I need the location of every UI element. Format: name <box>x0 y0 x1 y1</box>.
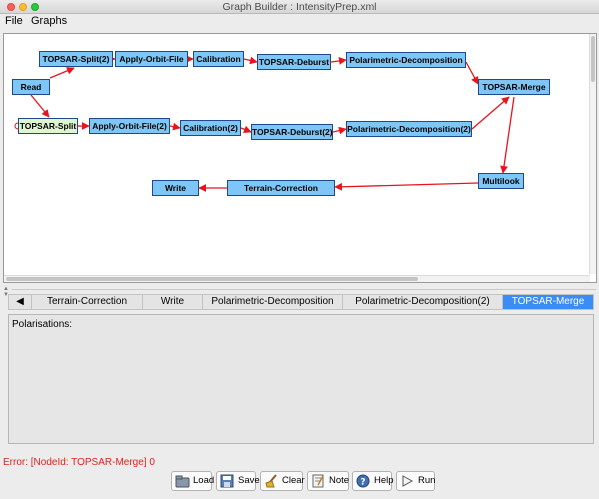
play-icon <box>400 474 415 488</box>
note-button-label: Note <box>329 475 350 486</box>
open-folder-icon <box>175 474 190 488</box>
svg-text:?: ? <box>360 478 365 488</box>
edge-orbit2-calib2 <box>169 122 181 131</box>
parameters-panel: Polarisations: <box>8 314 594 444</box>
graph-edges <box>14 55 515 192</box>
node-topsar-merge[interactable]: TOPSAR-Merge <box>478 79 550 95</box>
node-tabs: ◀ Terrain-Correction Write Polarimetric-… <box>8 294 594 310</box>
edge-deburst-polar <box>330 57 347 65</box>
node-topsar-split[interactable]: TOPSAR-Split <box>18 118 78 134</box>
window-title: Graph Builder : IntensityPrep.xml <box>222 1 377 13</box>
tab-polarimetric-decomposition[interactable]: Polarimetric-Decomposition <box>203 295 343 309</box>
node-polarimetric-decomposition[interactable]: Polarimetric-Decomposition <box>346 52 466 68</box>
edge-polar-merge <box>465 61 479 85</box>
tab-scroll-left-button[interactable]: ◀ <box>9 295 32 309</box>
edge-polar2-merge <box>471 96 510 130</box>
node-read[interactable]: Read <box>12 79 50 95</box>
node-topsar-deburst-2[interactable]: TOPSAR-Deburst(2) <box>251 124 333 140</box>
note-icon <box>311 474 326 488</box>
load-button-label: Load <box>193 475 215 486</box>
tab-terrain-correction[interactable]: Terrain-Correction <box>32 295 143 309</box>
node-calibration-2[interactable]: Calibration(2) <box>180 120 241 136</box>
polarisations-label: Polarisations: <box>12 319 73 330</box>
node-topsar-split-2[interactable]: TOPSAR-Split(2) <box>39 51 113 67</box>
edge-read-split2 <box>49 67 75 79</box>
save-button-label: Save <box>238 475 260 486</box>
node-polarimetric-decomposition-2[interactable]: Polarimetric-Decomposition(2) <box>346 121 472 137</box>
help-button[interactable]: ? Help <box>352 471 394 491</box>
title-bar: Graph Builder : IntensityPrep.xml <box>0 0 599 14</box>
broom-icon <box>264 474 279 488</box>
graph-canvas[interactable]: Read TOPSAR-Split(2) Apply-Orbit-File Ca… <box>3 33 597 283</box>
node-multilook[interactable]: Multilook <box>478 173 524 189</box>
edge-merge-multilook <box>500 96 515 174</box>
save-button[interactable]: Save <box>216 471 260 491</box>
horizontal-scrollbar[interactable] <box>4 275 590 282</box>
node-write[interactable]: Write <box>152 180 199 196</box>
edge-calib2-deburst2 <box>240 125 252 134</box>
load-button[interactable]: Load <box>171 471 215 491</box>
menu-bar: File Graphs <box>0 14 599 28</box>
node-terrain-correction[interactable]: Terrain-Correction <box>227 180 335 196</box>
clear-button-label: Clear <box>282 475 305 486</box>
tab-write[interactable]: Write <box>143 295 203 309</box>
save-icon <box>220 474 235 488</box>
edge-read-split <box>30 94 50 118</box>
help-button-label: Help <box>374 475 394 486</box>
run-button[interactable]: Run <box>396 471 435 491</box>
edge-deburst2-polar2 <box>332 126 347 135</box>
vertical-scroll-thumb[interactable] <box>591 36 595 82</box>
left-triangle-icon: ◀ <box>16 296 24 307</box>
node-topsar-deburst[interactable]: TOPSAR-Deburst <box>257 54 331 70</box>
node-apply-orbit-file[interactable]: Apply-Orbit-File <box>115 51 188 67</box>
tab-topsar-merge[interactable]: TOPSAR-Merge <box>503 295 593 309</box>
node-calibration[interactable]: Calibration <box>193 51 244 67</box>
vertical-scrollbar[interactable] <box>589 34 596 274</box>
tab-polarimetric-decomposition-2[interactable]: Polarimetric-Decomposition(2) <box>343 295 503 309</box>
edge-multilook-terrain <box>334 182 479 191</box>
error-message: Error: [NodeId: TOPSAR-Merge] 0 <box>3 457 155 468</box>
horizontal-scroll-thumb[interactable] <box>6 277 418 281</box>
split-pane-divider[interactable] <box>12 289 596 290</box>
clear-button[interactable]: Clear <box>260 471 305 491</box>
help-icon: ? <box>356 474 371 488</box>
node-apply-orbit-file-2[interactable]: Apply-Orbit-File(2) <box>89 118 170 134</box>
note-button[interactable]: Note <box>307 471 349 491</box>
run-button-label: Run <box>418 475 436 486</box>
edge-calib-deburst <box>243 56 258 65</box>
menu-graphs[interactable]: Graphs <box>31 14 67 28</box>
menu-file[interactable]: File <box>5 14 23 28</box>
